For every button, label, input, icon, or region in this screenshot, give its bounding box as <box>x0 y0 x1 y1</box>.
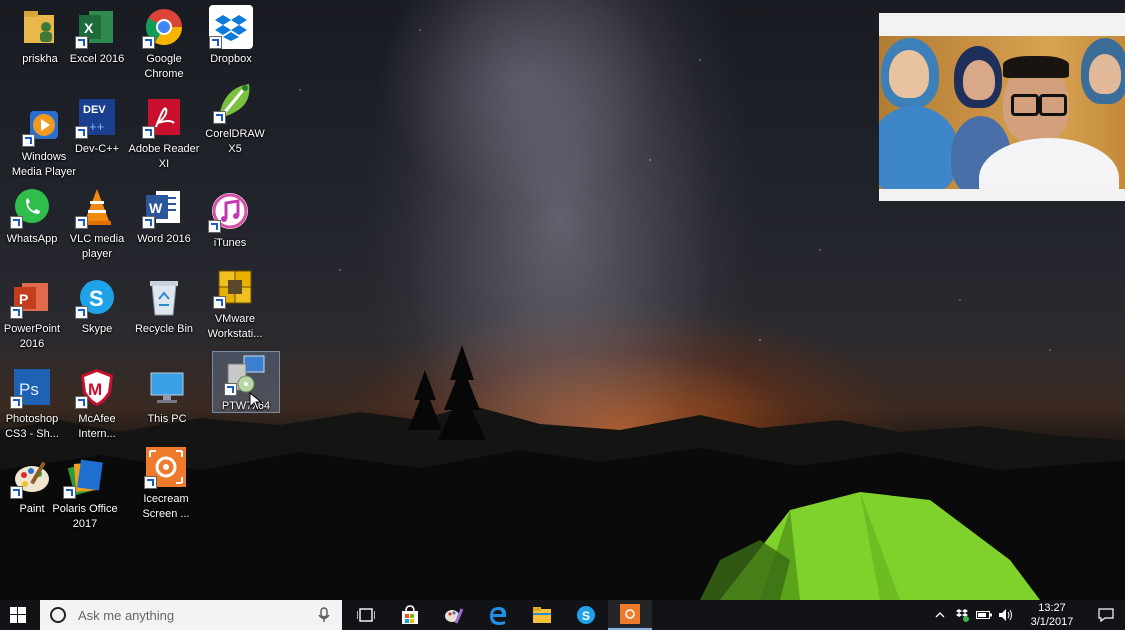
desktop-icon-recycle-bin: Recycle Bin <box>132 275 196 337</box>
desktop-icon-excel[interactable]: X Excel 2016 <box>65 5 129 67</box>
desktop-icon-icecream-recorder[interactable]: Icecream Screen ... <box>134 445 198 522</box>
desktop-icon-ptw7x64[interactable]: PTW7x64 <box>212 351 280 413</box>
desktop-icon-vmware[interactable]: VMware Workstati... <box>199 265 271 342</box>
system-tray: 13:27 3/1/2017 <box>929 600 1125 630</box>
chrome-icon <box>142 5 186 49</box>
task-view-icon <box>357 608 375 622</box>
desktop-icon-whatsapp[interactable]: WhatsApp <box>0 185 64 247</box>
cortana-search-box[interactable]: Ask me anything <box>40 600 342 630</box>
taskbar-skype[interactable]: S <box>564 600 608 630</box>
taskbar-icecream-recorder[interactable] <box>608 600 652 630</box>
desktop-icon-vlc[interactable]: VLC media player <box>65 185 129 262</box>
coreldraw-icon <box>213 80 257 124</box>
dropbox-icon <box>956 609 969 622</box>
store-icon <box>402 605 418 624</box>
taskbar-edge[interactable] <box>476 600 520 630</box>
taskbar-clock[interactable]: 13:27 3/1/2017 <box>1017 601 1087 629</box>
tray-battery[interactable] <box>973 600 995 630</box>
tray-overflow-button[interactable] <box>929 600 951 630</box>
word-icon: W <box>142 185 186 229</box>
svg-text:X: X <box>84 20 94 36</box>
taskbar-file-explorer[interactable] <box>520 600 564 630</box>
desktop-icon-photoshop[interactable]: Ps Photoshop CS3 - Sh... <box>0 365 64 442</box>
powerpoint-icon: P <box>10 275 54 319</box>
volume-icon <box>999 609 1012 621</box>
desktop-icon-chrome[interactable]: Google Chrome <box>132 5 196 82</box>
notification-icon <box>1098 608 1114 622</box>
svg-text:DEV: DEV <box>83 104 106 116</box>
tray-dropbox[interactable] <box>951 600 973 630</box>
whatsapp-icon <box>10 185 54 229</box>
this-pc-icon <box>145 365 189 409</box>
desktop-icon-devcpp[interactable]: DEV ++ Dev-C++ <box>65 95 129 157</box>
recycle-bin-icon <box>142 275 186 319</box>
svg-text:S: S <box>89 286 104 311</box>
dropbox-icon <box>209 5 253 49</box>
clock-time: 13:27 <box>1038 602 1066 614</box>
mouse-cursor-icon <box>249 392 263 411</box>
icecream-recorder-icon <box>620 604 640 624</box>
vlc-icon <box>75 185 119 229</box>
user-folder-icon <box>18 5 62 49</box>
paint-icon <box>10 455 54 499</box>
paint-tools-icon <box>445 608 464 624</box>
installer-icon <box>224 352 268 396</box>
action-center-button[interactable] <box>1087 600 1125 630</box>
svg-text:S: S <box>582 609 590 623</box>
polaris-office-icon <box>63 455 107 499</box>
photoshop-icon: Ps <box>10 365 54 409</box>
file-explorer-icon <box>533 607 551 623</box>
skype-icon: S <box>577 606 595 624</box>
taskbar-paint-tools[interactable] <box>432 600 476 630</box>
media-player-icon <box>22 103 66 147</box>
tray-volume[interactable] <box>995 600 1017 630</box>
itunes-icon <box>208 189 252 233</box>
cortana-icon <box>50 607 66 623</box>
desktop-icon-coreldraw[interactable]: CorelDRAW X5 <box>199 80 271 157</box>
webcam-video-feed <box>879 36 1125 189</box>
task-view-button[interactable] <box>344 600 388 630</box>
desktop-icon-itunes[interactable]: iTunes <box>198 189 262 251</box>
battery-icon <box>976 611 992 619</box>
adobe-reader-icon <box>142 95 186 139</box>
webcam-overlay[interactable] <box>879 13 1125 201</box>
edge-icon <box>490 607 507 625</box>
desktop-icon-polaris-office[interactable]: Polaris Office 2017 <box>52 455 118 532</box>
taskbar: Ask me anything S 13:27 3/1/2017 <box>0 600 1125 630</box>
icecream-recorder-icon <box>144 445 188 489</box>
desktop-icon-adobe-reader[interactable]: Adobe Reader XI <box>129 95 199 172</box>
desktop-icon-powerpoint[interactable]: P PowerPoint 2016 <box>0 275 64 352</box>
devcpp-icon: DEV ++ <box>75 95 119 139</box>
skype-icon: S <box>75 275 119 319</box>
taskbar-store[interactable] <box>388 600 432 630</box>
desktop-icon-mcafee[interactable]: M McAfee Intern... <box>65 365 129 442</box>
chevron-up-icon <box>935 612 945 618</box>
start-button[interactable] <box>0 600 36 630</box>
desktop-icon-word[interactable]: W Word 2016 <box>132 185 196 247</box>
desktop-icon-dropbox[interactable]: Dropbox <box>199 5 263 67</box>
desktop-icon-this-pc[interactable]: This PC <box>135 365 199 427</box>
clock-date: 3/1/2017 <box>1030 616 1074 628</box>
svg-text:P: P <box>19 291 28 307</box>
vmware-icon <box>213 265 257 309</box>
search-placeholder: Ask me anything <box>78 607 175 623</box>
svg-text:M: M <box>88 380 102 399</box>
svg-text:W: W <box>149 200 163 216</box>
excel-icon: X <box>75 5 119 49</box>
microphone-icon[interactable] <box>318 607 330 623</box>
desktop-icon-skype[interactable]: S Skype <box>65 275 129 337</box>
mcafee-icon: M <box>75 365 119 409</box>
svg-text:++: ++ <box>89 119 104 134</box>
windows-logo-icon <box>10 607 26 623</box>
